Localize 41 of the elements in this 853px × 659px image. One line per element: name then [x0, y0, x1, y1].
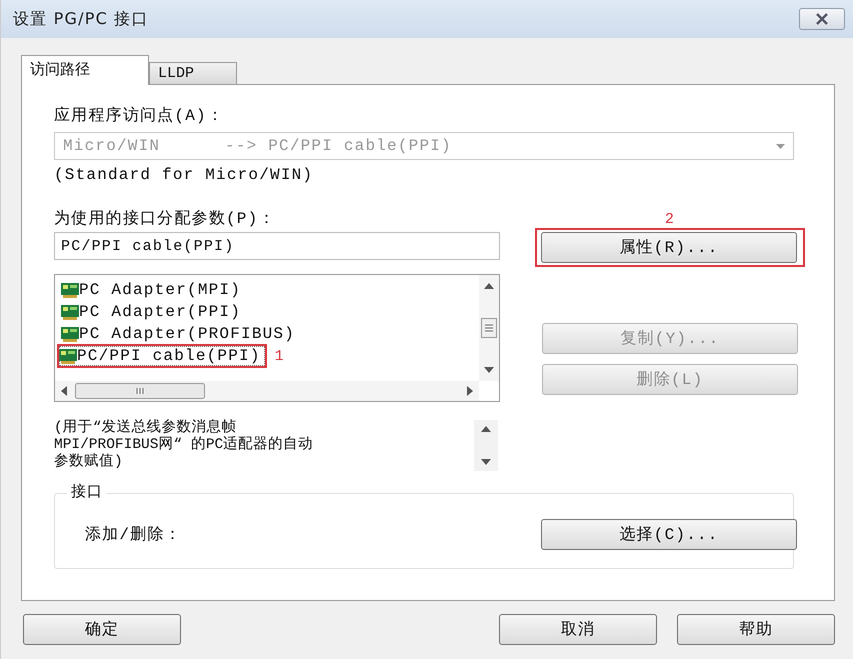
list-item[interactable]: PC/PPI cable(PPI): [57, 344, 267, 368]
dialog-button[interactable]: 帮助: [677, 614, 835, 644]
dialog-button[interactable]: 确定: [23, 614, 181, 644]
horizontal-scrollbar[interactable]: [55, 381, 479, 401]
scroll-thumb-icon[interactable]: [481, 318, 497, 338]
scroll-left-icon[interactable]: [61, 386, 67, 396]
description-text: MPI/PROFIBUS网“ 的PC适配器的自动: [54, 437, 314, 453]
scroll-up-icon[interactable]: [481, 426, 491, 432]
list-item[interactable]: PC Adapter(MPI): [59, 278, 248, 302]
description-text: 参数赋值): [54, 454, 123, 471]
tab[interactable]: LLDP: [149, 62, 237, 84]
field-label: 添加/删除：: [85, 524, 182, 544]
callout-number: 1: [274, 348, 285, 364]
scroll-down-icon[interactable]: [484, 367, 494, 373]
adapter-card-icon: [61, 326, 79, 342]
adapter-card-icon: [61, 304, 79, 320]
tab[interactable]: 访问路径: [21, 55, 149, 85]
adapter-card-icon: [61, 282, 79, 298]
list-item[interactable]: PC Adapter(PPI): [59, 300, 248, 324]
scroll-up-icon[interactable]: [484, 283, 494, 289]
caret-icon: [776, 144, 785, 148]
scroll-thumb-icon[interactable]: [75, 383, 205, 399]
adapter-card-icon: [59, 348, 77, 364]
close-icon: [815, 13, 829, 25]
dialog-button[interactable]: 取消: [499, 614, 657, 644]
vertical-scrollbar[interactable]: [479, 275, 499, 381]
vertical-scrollbar[interactable]: [474, 420, 498, 471]
field-label: 应用程序访问点(A)：: [54, 106, 226, 127]
group-title: 接口: [67, 482, 108, 501]
window-title: 设置 PG/PC 接口: [13, 8, 149, 30]
callout-number: 2: [664, 211, 676, 228]
select-button[interactable]: 选择(C)...: [541, 518, 797, 550]
input-field[interactable]: PC/PPI cable(PPI): [54, 232, 500, 260]
close-button[interactable]: [799, 8, 845, 30]
scroll-right-icon[interactable]: [467, 386, 473, 396]
description-text: (用于“发送总线参数消息帧: [54, 420, 236, 436]
side-button[interactable]: 属性(R)...: [541, 232, 797, 263]
scroll-down-icon[interactable]: [481, 459, 491, 465]
list-item[interactable]: PC Adapter(PROFIBUS): [59, 322, 302, 346]
note-text: (Standard for Micro/WIN): [54, 165, 314, 186]
field-label: 为使用的接口分配参数(P)：: [54, 208, 277, 230]
